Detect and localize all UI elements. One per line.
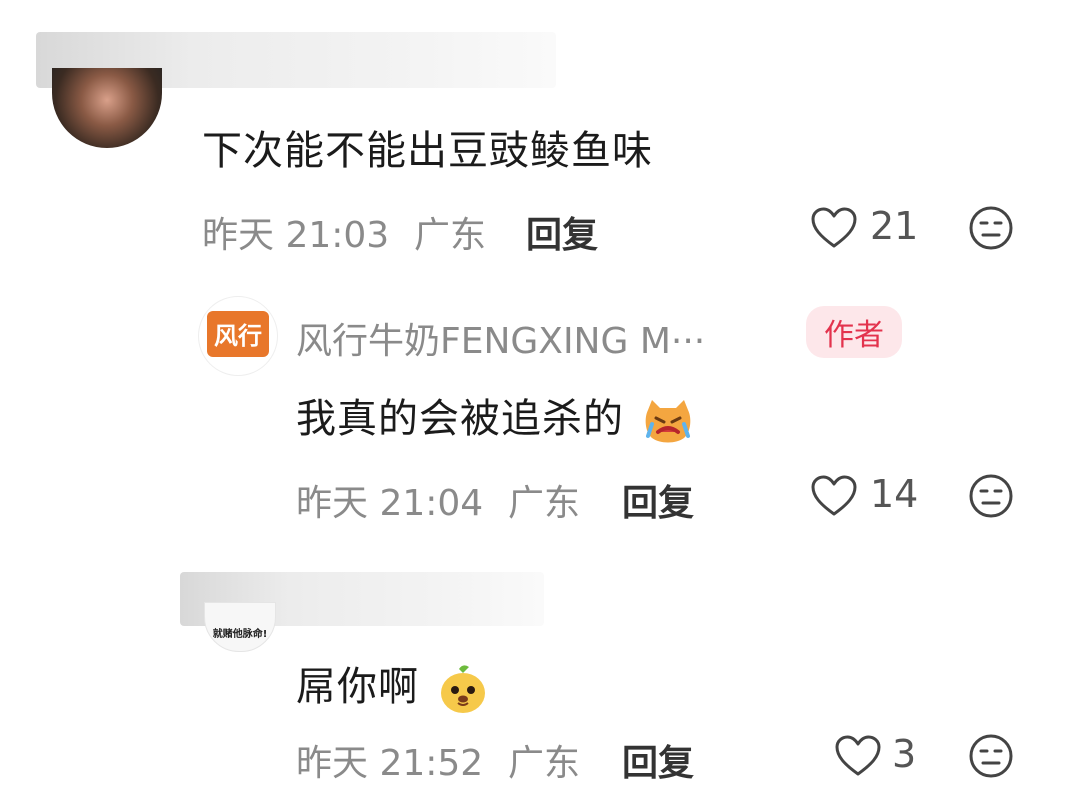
- comment-location: 广东: [414, 215, 487, 256]
- comment-text: 屌你啊: [296, 654, 489, 715]
- avatar[interactable]: [52, 68, 162, 148]
- heart-icon[interactable]: [810, 474, 858, 518]
- like-count: 14: [870, 472, 919, 516]
- comment-text-content: 屌你啊: [296, 664, 419, 710]
- reply-button[interactable]: 回复: [526, 206, 598, 258]
- comment-location: 广东: [508, 483, 581, 524]
- reply-button[interactable]: 回复: [622, 474, 694, 526]
- brand-logo: 风行: [207, 311, 269, 357]
- comment-time: 昨天 21:04: [296, 483, 484, 524]
- mango-dog-emoji: [440, 665, 485, 713]
- comment-text: 下次能不能出豆豉鲮鱼味: [202, 128, 653, 174]
- brand-logo-text: 风行: [214, 322, 262, 350]
- heart-icon[interactable]: [834, 734, 882, 778]
- avatar-caption: 就赌他脉命!: [212, 629, 268, 640]
- comment-time: 昨天 21:03: [202, 215, 390, 256]
- like-count: 21: [870, 204, 919, 248]
- avatar[interactable]: 就赌他脉命!: [204, 602, 276, 652]
- dislike-face-icon[interactable]: [968, 473, 1014, 519]
- author-name[interactable]: 风行牛奶FENGXING M···: [296, 312, 705, 364]
- author-badge: 作者: [806, 306, 902, 358]
- like-count: 3: [892, 732, 917, 776]
- dislike-face-icon[interactable]: [968, 205, 1014, 251]
- comment-time: 昨天 21:52: [296, 743, 484, 784]
- comment-text-content: 我真的会被追杀的: [296, 396, 624, 442]
- crying-cat-emoji: [645, 400, 691, 443]
- author-avatar[interactable]: 风行: [198, 296, 278, 376]
- heart-icon[interactable]: [810, 206, 858, 250]
- comment-location: 广东: [508, 743, 581, 784]
- comment-text: 我真的会被追杀的: [296, 386, 694, 444]
- reply-button[interactable]: 回复: [622, 734, 694, 786]
- dislike-face-icon[interactable]: [968, 733, 1014, 779]
